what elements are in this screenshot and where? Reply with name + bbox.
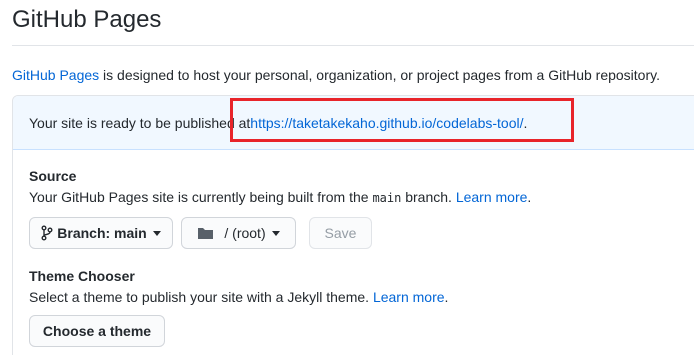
source-note-pre: Your GitHub Pages site is currently bein… <box>29 189 373 205</box>
source-heading: Source <box>29 168 77 184</box>
folder-select-label: / (root) <box>224 225 266 241</box>
theme-note: Select a theme to publish your site with… <box>29 289 448 305</box>
source-note: Your GitHub Pages site is currently bein… <box>29 189 531 205</box>
save-button[interactable]: Save <box>309 217 372 249</box>
git-branch-icon <box>41 225 53 241</box>
theme-chooser-heading: Theme Chooser <box>29 268 135 284</box>
publish-status-text: Your site is ready to be published at <box>29 114 251 131</box>
page-title: GitHub Pages <box>12 6 162 33</box>
source-learn-more-link[interactable]: Learn more <box>456 189 528 205</box>
github-pages-link[interactable]: GitHub Pages <box>12 67 99 83</box>
description-text: is designed to host your personal, organ… <box>99 67 660 83</box>
theme-note-text: Select a theme to publish your site with… <box>29 289 373 305</box>
title-divider <box>12 45 694 46</box>
source-note-end: . <box>527 189 532 205</box>
chevron-down-icon <box>152 230 161 236</box>
choose-theme-button[interactable]: Choose a theme <box>29 315 165 347</box>
branch-select-button[interactable]: Branch: main <box>29 217 173 249</box>
source-note-post: branch. <box>401 189 456 205</box>
branch-select-label: Branch: main <box>57 225 147 241</box>
folder-select-button[interactable]: / (root) <box>181 217 296 249</box>
folder-icon <box>197 226 214 240</box>
url-highlight-box <box>230 98 574 142</box>
chevron-down-icon <box>271 230 280 236</box>
theme-note-end: . <box>444 289 449 305</box>
pages-description: GitHub Pages is designed to host your pe… <box>12 65 660 85</box>
branch-code: main <box>372 191 402 205</box>
theme-learn-more-link[interactable]: Learn more <box>373 289 445 305</box>
